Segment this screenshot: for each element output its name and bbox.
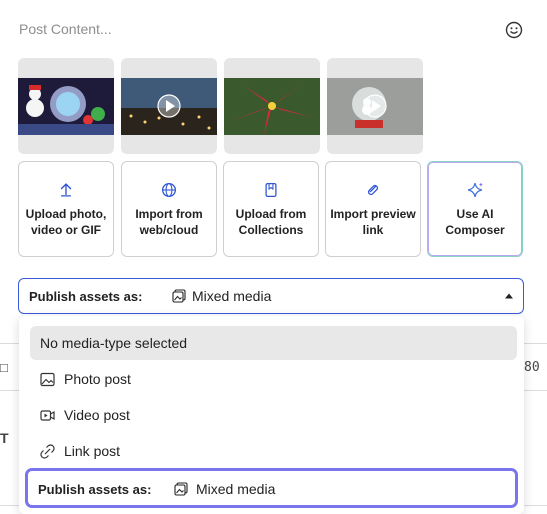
media-thumb-snowman[interactable]	[18, 58, 114, 154]
publish-assets-highlight[interactable]: Publish assets as: Mixed media	[25, 468, 518, 508]
action-label: Use AI Composer	[445, 207, 505, 237]
background-partial-icon: □	[0, 360, 8, 375]
import-preview-link-button[interactable]: Import preview link	[325, 161, 421, 257]
option-video-post[interactable]: Video post	[30, 398, 517, 432]
mixed-media-icon	[172, 289, 186, 303]
post-content-placeholder[interactable]: Post Content...	[19, 21, 112, 37]
mixed-media-icon	[174, 482, 188, 496]
media-thumb-city[interactable]	[121, 58, 217, 154]
publish-assets-select[interactable]: Publish assets as: Mixed media	[18, 278, 524, 314]
sparkle-icon	[468, 183, 483, 197]
use-ai-composer-button[interactable]: Use AI Composer	[427, 161, 523, 257]
background-character-count: 80	[524, 360, 540, 375]
action-label: Upload from Collections	[235, 207, 307, 237]
option-label: Photo post	[64, 371, 131, 387]
publish-value: Mixed media	[192, 288, 272, 304]
media-thumb-snowglobe[interactable]	[327, 58, 423, 154]
city-image	[121, 78, 217, 135]
import-web-cloud-button[interactable]: Import from web/cloud	[121, 161, 217, 257]
option-no-media-type[interactable]: No media-type selected	[30, 326, 517, 360]
video-icon	[40, 410, 55, 421]
action-label: Import preview link	[330, 207, 416, 237]
poinsettia-image	[224, 78, 320, 135]
option-label: Link post	[64, 443, 121, 459]
link-icon	[40, 444, 55, 459]
bookmark-icon	[265, 182, 277, 198]
option-photo-post[interactable]: Photo post	[30, 362, 517, 396]
link-icon	[367, 184, 379, 196]
action-label: Import from web/cloud	[135, 207, 203, 237]
upload-icon	[60, 183, 72, 197]
media-thumb-poinsettia[interactable]	[224, 58, 320, 154]
option-link-post[interactable]: Link post	[30, 434, 517, 468]
option-label: No media-type selected	[40, 335, 188, 351]
publish-value: Mixed media	[196, 481, 276, 497]
publish-label: Publish assets as:	[38, 482, 152, 497]
option-label: Video post	[64, 407, 130, 423]
photo-icon	[40, 372, 55, 387]
action-label: Upload photo, video or GIF	[25, 207, 107, 237]
upload-photo-video-button[interactable]: Upload photo, video or GIF	[18, 161, 114, 257]
snowman-image	[18, 78, 114, 135]
snowglobe-image	[327, 78, 423, 135]
upload-from-collections-button[interactable]: Upload from Collections	[223, 161, 319, 257]
globe-icon	[161, 182, 177, 198]
background-partial-text: T	[0, 430, 9, 446]
media-thumbnails	[18, 58, 423, 154]
emoji-icon[interactable]	[505, 21, 523, 39]
publish-label: Publish assets as:	[29, 289, 143, 304]
caret-up-icon[interactable]	[504, 292, 514, 300]
